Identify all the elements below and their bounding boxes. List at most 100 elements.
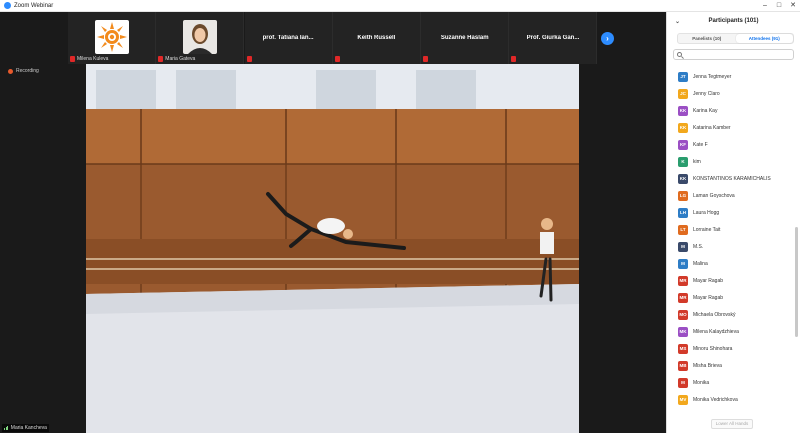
participant-name: Jenna Tegtmeyer — [693, 73, 732, 80]
avatar: KK — [678, 173, 688, 184]
participant-name: Keith Russell — [357, 35, 396, 41]
video-tile[interactable]: Maria Gateva — [156, 12, 245, 64]
participant-name: Prof. Giurka Gan... — [526, 35, 580, 41]
chevron-down-icon[interactable]: ⌄ — [675, 18, 680, 25]
search-input[interactable] — [673, 49, 794, 60]
participants-header: ⌄ Participants (101) — [675, 18, 759, 25]
avatar: JT — [678, 71, 688, 82]
muted-mic-icon — [246, 56, 252, 62]
participant-name: Karina Kay — [693, 107, 718, 114]
list-item[interactable]: M M.S. — [667, 238, 794, 255]
minimize-button[interactable]: – — [758, 0, 772, 12]
chevron-right-icon[interactable]: › — [601, 32, 614, 45]
list-item[interactable]: MR Mayar Ragab — [667, 272, 794, 289]
avatar: LG — [678, 190, 688, 201]
sun-logo-icon — [95, 20, 129, 54]
participant-name: Milena Kalaydzhieva — [693, 328, 739, 335]
video-tile[interactable]: Prof. Giurka Gan... — [509, 12, 598, 64]
list-item[interactable]: MV Monika Vedrichkova — [667, 391, 794, 408]
main-video[interactable] — [86, 64, 579, 433]
list-item[interactable]: JT Jenna Tegtmeyer — [667, 68, 794, 85]
muted-mic-icon — [70, 56, 75, 62]
list-item[interactable]: KK Katarina Kamber — [667, 119, 794, 136]
participant-name: Suzanne Haslam — [440, 35, 489, 41]
muted-mic-icon — [423, 56, 429, 62]
list-item[interactable]: M Malina — [667, 255, 794, 272]
maximize-button[interactable]: □ — [772, 0, 786, 12]
avatar: K — [678, 156, 688, 167]
list-item[interactable]: LH Laura Hogg — [667, 204, 794, 221]
list-item[interactable]: KK KONSTANTINOS KARAMICHALIS — [667, 170, 794, 187]
avatar: KK — [678, 105, 688, 116]
tab-panelists[interactable]: Panelists (10) — [678, 34, 736, 43]
participant-name: Mayar Ragab — [693, 277, 724, 284]
record-dot-icon — [8, 68, 13, 74]
avatar: MB — [678, 360, 688, 371]
participant-list: JT Jenna Tegtmeyer JC Jenny Claro KK Karina K… — [667, 68, 794, 408]
participant-name: Malina — [693, 260, 708, 267]
participant-name: KONSTANTINOS KARAMICHALIS — [693, 175, 771, 182]
signal-bars-icon — [4, 426, 9, 430]
avatar: M — [678, 377, 688, 388]
participant-name: Michaela Obrovský — [693, 311, 736, 318]
list-item[interactable]: MK Milena Kalaydzhieva — [667, 323, 794, 340]
avatar: JC — [678, 88, 688, 99]
list-item[interactable]: LG Laman Goyschova — [667, 187, 794, 204]
participant-name: Lorraine Tait — [693, 226, 721, 233]
participant-name: kim — [693, 158, 701, 165]
tab-attendees[interactable]: Attendees (91) — [735, 34, 793, 43]
participant-name: Mayar Ragab — [693, 294, 724, 301]
avatar: MR — [678, 275, 688, 286]
participant-name: Misha Brieva — [693, 362, 722, 369]
video-tile[interactable]: Milena Kuleva — [68, 12, 156, 64]
list-item[interactable]: KK Karina Kay — [667, 102, 794, 119]
avatar: MS — [678, 343, 688, 354]
avatar: MO — [678, 309, 688, 320]
video-tile[interactable]: Suzanne Haslam — [421, 12, 510, 64]
muted-mic-icon — [158, 56, 164, 62]
lower-all-hands-button[interactable]: Lower All Hands — [711, 419, 753, 429]
search-icon — [677, 52, 682, 57]
participant-name: Laman Goyschova — [693, 192, 735, 199]
muted-mic-icon — [511, 56, 517, 62]
speaker-name-label: Maria Kancheva — [2, 424, 49, 432]
title-bar: Zoom Webinar – □ ✕ — [0, 0, 800, 12]
list-item[interactable]: LT Lorraine Tait — [667, 221, 794, 238]
list-item[interactable]: MO Michaela Obrovský — [667, 306, 794, 323]
participant-name: Kate F — [693, 141, 708, 148]
list-item[interactable]: JC Jenny Claro — [667, 85, 794, 102]
participant-name: Jenny Claro — [693, 90, 720, 97]
window-title: Zoom Webinar — [14, 2, 54, 9]
ballet-studio-scene — [86, 64, 579, 433]
avatar: MK — [678, 326, 688, 337]
list-item[interactable]: MR Mayar Ragab — [667, 289, 794, 306]
list-item[interactable]: Kkim — [667, 153, 794, 170]
avatar: LT — [678, 224, 688, 235]
avatar: MV — [678, 394, 688, 405]
list-item[interactable]: MS Minoru Shinohara — [667, 340, 794, 357]
video-tile[interactable]: prof. Tatiana Ian... — [244, 12, 333, 64]
video-strip: Milena Kuleva Maria Gateva prof. Tatiana… — [68, 12, 598, 64]
recording-indicator: Recording — [8, 68, 39, 74]
muted-mic-icon — [334, 56, 340, 62]
avatar: M — [678, 258, 688, 269]
list-item[interactable]: KF Kate F — [667, 136, 794, 153]
avatar: KK — [678, 122, 688, 133]
avatar: M — [678, 241, 688, 252]
avatar: LH — [678, 207, 688, 218]
avatar: KF — [678, 139, 688, 150]
scrollbar[interactable] — [795, 227, 798, 337]
close-button[interactable]: ✕ — [786, 0, 800, 12]
tile-name-label: Milena Kuleva — [70, 56, 108, 62]
participant-tabs: Panelists (10) Attendees (91) — [677, 33, 794, 44]
video-tile[interactable]: Keith Russell — [332, 12, 421, 64]
participant-name: M.S. — [693, 243, 704, 250]
participant-name: Katarina Kamber — [693, 124, 731, 131]
meeting-area: Milena Kuleva Maria Gateva prof. Tatiana… — [0, 12, 666, 433]
tile-name-label: Maria Gateva — [158, 56, 195, 62]
participant-name: prof. Tatiana Ian... — [262, 35, 314, 41]
participant-name: Monika — [693, 379, 710, 386]
list-item[interactable]: MB Misha Brieva — [667, 357, 794, 374]
participant-name: Minoru Shinohara — [693, 345, 733, 352]
list-item[interactable]: M Monika — [667, 374, 794, 391]
